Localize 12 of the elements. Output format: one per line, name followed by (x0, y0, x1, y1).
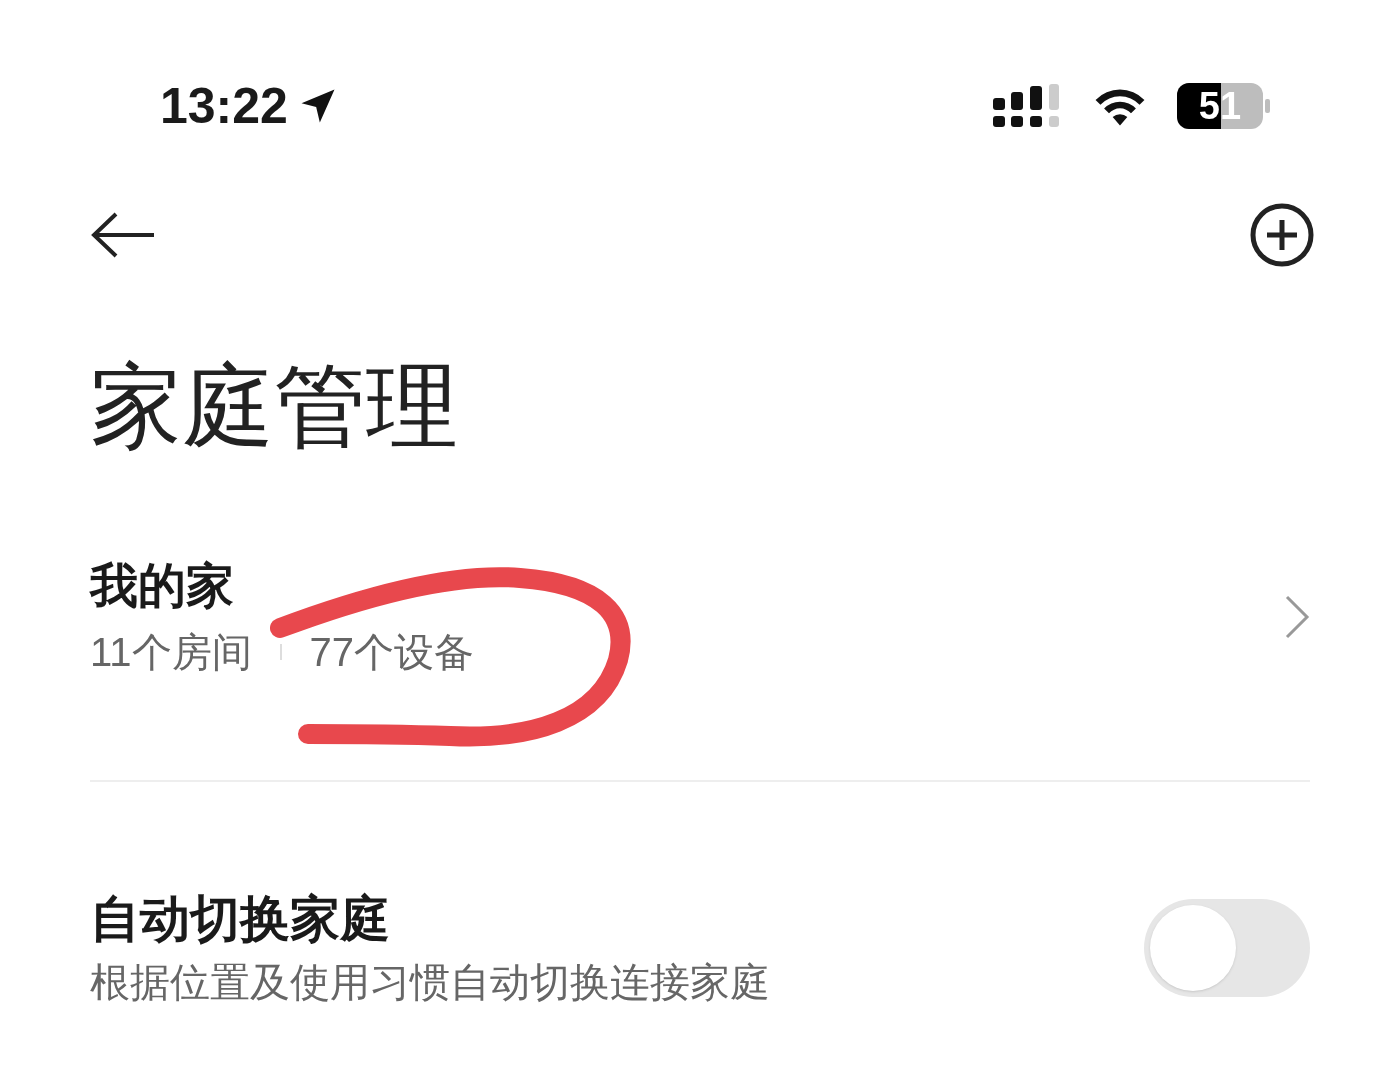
battery-tip-icon (1265, 99, 1270, 113)
setting-description: 根据位置及使用习惯自动切换连接家庭 (90, 962, 770, 1002)
add-button[interactable] (1249, 202, 1315, 268)
room-count: 11个房间 (90, 632, 252, 672)
back-button[interactable] (90, 210, 156, 260)
status-time: 13:22 (160, 81, 288, 131)
home-row[interactable]: 我的家 11个房间 77个设备 (90, 562, 1310, 782)
setting-title: 自动切换家庭 (90, 894, 391, 944)
page-title: 家庭管理 (89, 360, 459, 452)
chevron-right-icon (1284, 594, 1310, 640)
device-count: 77个设备 (309, 632, 475, 672)
home-name: 我的家 (90, 562, 235, 610)
